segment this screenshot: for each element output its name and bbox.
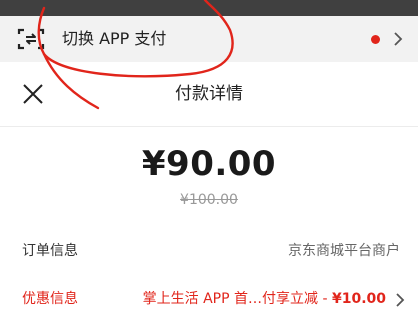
discount-description: 掌上生活 APP 首…付享立减 - [142, 291, 332, 307]
chevron-right-icon [396, 293, 405, 307]
payment-amount: ¥90.00 [141, 144, 277, 184]
header-divider [0, 126, 418, 127]
notification-dot [371, 35, 380, 44]
order-info-row: 订单信息 京东商城平台商户 [0, 238, 418, 264]
switch-app-pay-label: 切换 APP 支付 [62, 29, 167, 48]
order-info-value: 京东商城平台商户 [288, 243, 400, 259]
discount-info-row[interactable]: 优惠信息 掌上生活 APP 首…付享立减 - ¥10.00 [0, 286, 418, 312]
original-amount: ¥100.00 [180, 192, 238, 208]
discount-info-value: 掌上生活 APP 首…付享立减 - ¥10.00 [143, 288, 386, 310]
switch-app-pay-bar[interactable]: 切换 APP 支付 [0, 16, 418, 62]
status-bar [0, 0, 418, 16]
page-header: 付款详情 [0, 62, 418, 126]
discount-amount: ¥10.00 [331, 291, 386, 307]
order-info-label: 订单信息 [22, 243, 78, 259]
chevron-right-icon [394, 32, 403, 46]
page-title: 付款详情 [175, 84, 243, 104]
discount-info-label: 优惠信息 [22, 291, 78, 307]
switch-scan-icon [17, 28, 45, 50]
